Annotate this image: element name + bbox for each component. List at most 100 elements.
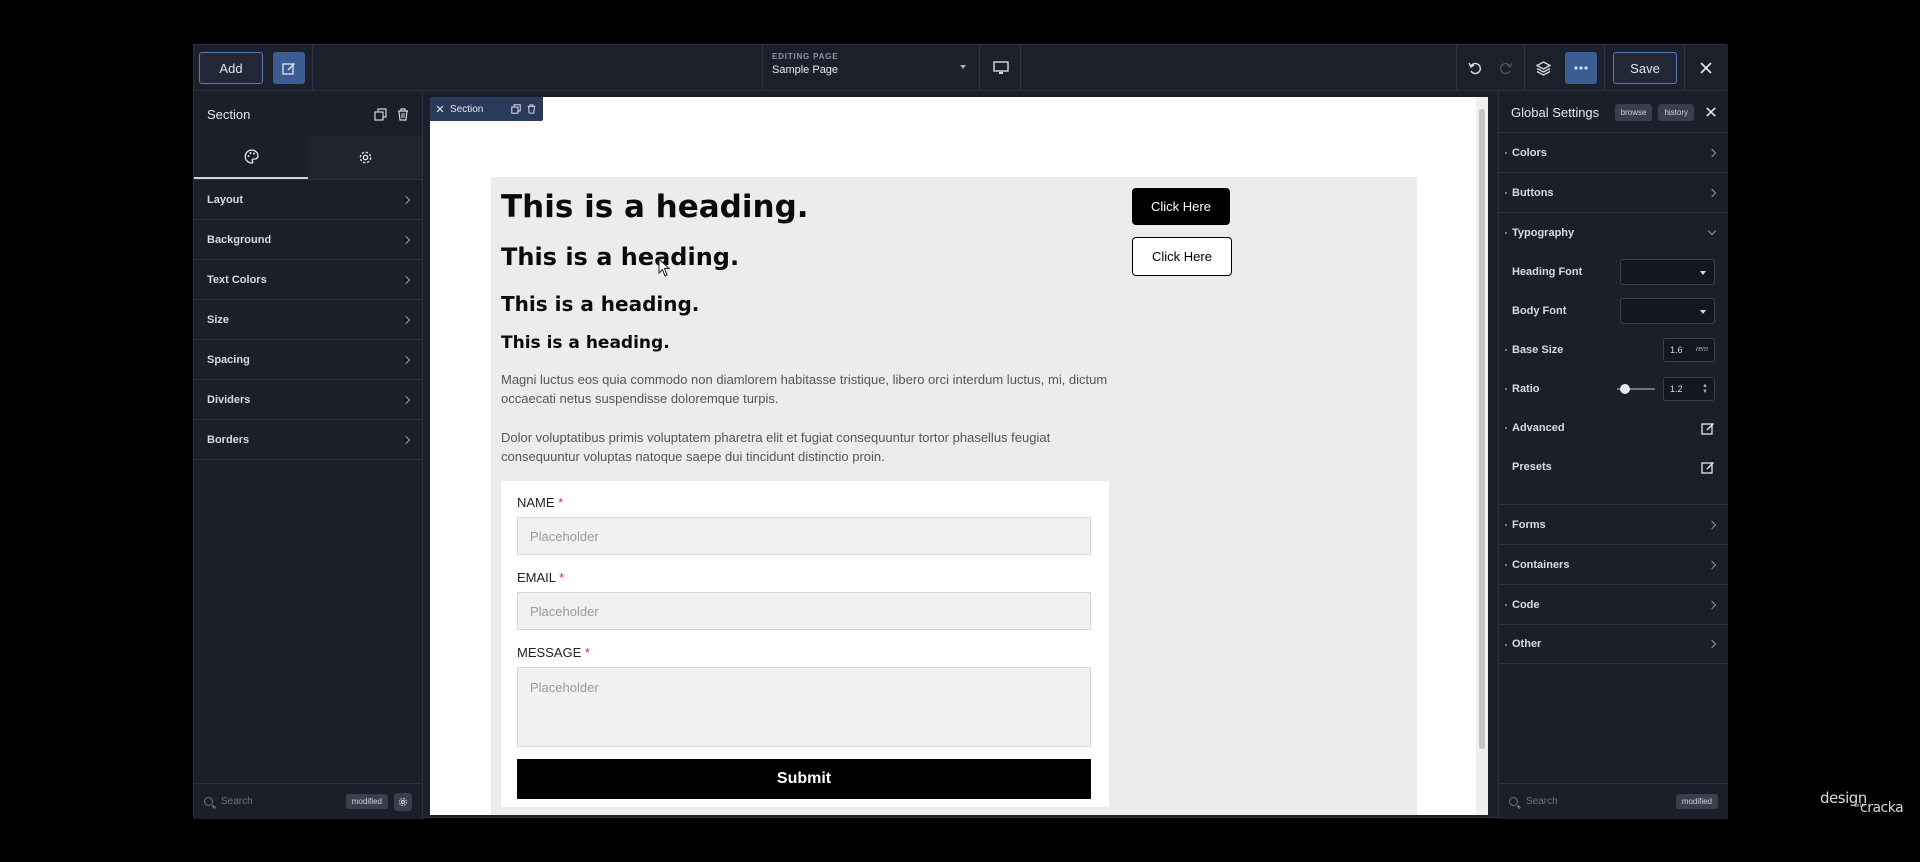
tab-style[interactable] xyxy=(194,136,308,179)
layers-button[interactable] xyxy=(1531,56,1555,80)
close-icon[interactable] xyxy=(1706,107,1716,117)
accordion-layout[interactable]: Layout xyxy=(194,180,422,220)
click-here-button-solid[interactable]: Click Here xyxy=(1132,188,1230,225)
chevron-right-icon xyxy=(401,235,411,244)
presets-row: Presets xyxy=(1499,447,1728,486)
base-size-row: Base Size 1.6 rem xyxy=(1499,330,1728,369)
accordion-typography[interactable]: Typography xyxy=(1499,212,1728,252)
scrollbar-thumb[interactable] xyxy=(1479,109,1485,749)
paragraph[interactable]: Magni luctus eos quia commodo non diamlo… xyxy=(501,370,1111,408)
trash-icon[interactable] xyxy=(527,104,536,114)
global-settings-panel: Global Settings browse history Colors Bu… xyxy=(1498,92,1728,819)
page-selector[interactable]: EDITING PAGE Sample Page xyxy=(772,52,972,84)
name-field[interactable]: Placeholder xyxy=(517,517,1091,555)
accordion-code[interactable]: Code xyxy=(1499,584,1728,624)
chevron-right-icon xyxy=(1707,188,1717,197)
accordion-spacing[interactable]: Spacing xyxy=(194,340,422,380)
device-preview-button[interactable] xyxy=(989,56,1013,80)
duplicate-icon[interactable] xyxy=(511,104,522,114)
search-icon xyxy=(204,797,213,806)
browse-button[interactable]: browse xyxy=(1614,103,1653,121)
content-section[interactable]: This is a heading. This is a heading. Th… xyxy=(491,177,1417,815)
contact-form: NAME * Placeholder EMAIL * Placeholder M… xyxy=(501,481,1109,807)
palette-icon xyxy=(244,149,259,164)
more-options-button[interactable] xyxy=(1565,52,1597,84)
accordion-label: Forms xyxy=(1512,518,1546,531)
close-builder-button[interactable] xyxy=(1694,56,1718,80)
base-size-value: 1.6 xyxy=(1670,344,1683,355)
canvas-scrollbar[interactable] xyxy=(1476,97,1488,815)
chevron-right-icon xyxy=(401,275,411,284)
chevron-right-icon xyxy=(1707,639,1717,649)
edit-mode-button[interactable] xyxy=(273,52,305,84)
search-input[interactable]: Search xyxy=(221,796,346,807)
heading-font-row: Heading Font xyxy=(1499,252,1728,291)
heading-1[interactable]: This is a heading. xyxy=(501,189,809,225)
section-selection-tag[interactable]: Section xyxy=(430,97,543,121)
base-size-input[interactable]: 1.6 rem xyxy=(1663,337,1715,362)
accordion-other[interactable]: Other xyxy=(1499,624,1728,664)
edit-icon[interactable] xyxy=(1701,460,1715,474)
ratio-slider[interactable] xyxy=(1617,383,1655,394)
accordion-dividers[interactable]: Dividers xyxy=(194,380,422,420)
heading-3[interactable]: This is a heading. xyxy=(501,292,699,316)
toolbar-divider xyxy=(1524,45,1525,91)
chevron-right-icon xyxy=(401,395,411,404)
advanced-label: Advanced xyxy=(1512,421,1565,434)
accordion-buttons[interactable]: Buttons xyxy=(1499,172,1728,212)
accordion-forms[interactable]: Forms xyxy=(1499,504,1728,544)
panel-footer: Search modified xyxy=(1499,783,1728,819)
base-size-label: Base Size xyxy=(1512,343,1564,356)
ratio-label: Ratio xyxy=(1512,382,1540,395)
modified-filter-badge[interactable]: modified xyxy=(1675,794,1718,809)
add-button[interactable]: Add xyxy=(199,52,263,84)
ratio-slider-handle[interactable] xyxy=(1619,383,1630,394)
panel-title: Global Settings xyxy=(1511,104,1600,120)
move-icon xyxy=(436,105,444,113)
edit-icon[interactable] xyxy=(1701,421,1715,435)
modified-filter-badge[interactable]: modified xyxy=(345,794,388,809)
accordion-containers[interactable]: Containers xyxy=(1499,544,1728,584)
undo-button[interactable] xyxy=(1463,56,1487,80)
advanced-row: Advanced xyxy=(1499,408,1728,447)
accordion-label: Containers xyxy=(1512,558,1570,571)
trash-icon[interactable] xyxy=(397,107,409,121)
duplicate-icon[interactable] xyxy=(374,107,387,121)
history-button[interactable]: history xyxy=(1658,103,1694,121)
toolbar-divider xyxy=(1456,45,1457,91)
watermark-text: cracka xyxy=(1860,800,1904,816)
ratio-input[interactable]: 1.2 ▲ ▼ xyxy=(1663,376,1715,401)
tab-settings[interactable] xyxy=(308,136,422,179)
heading-2[interactable]: This is a heading. xyxy=(501,243,739,271)
accordion-text-colors[interactable]: Text Colors xyxy=(194,260,422,300)
page-canvas[interactable]: Section This is a heading. This is a hea… xyxy=(430,97,1488,815)
heading-4[interactable]: This is a heading. xyxy=(501,333,670,353)
close-icon xyxy=(1700,62,1712,74)
toolbar-divider xyxy=(1020,45,1021,91)
submit-button[interactable]: Submit xyxy=(517,759,1091,799)
paragraph[interactable]: Dolor voluptatibus primis voluptatem pha… xyxy=(501,428,1111,466)
save-button[interactable]: Save xyxy=(1613,52,1677,84)
body-font-select[interactable] xyxy=(1620,297,1715,324)
email-field[interactable]: Placeholder xyxy=(517,592,1091,630)
typography-settings: Heading Font Body Font Base Size 1.6 rem … xyxy=(1499,252,1728,498)
redo-button[interactable] xyxy=(1494,56,1518,80)
accordion-colors[interactable]: Colors xyxy=(1499,132,1728,172)
message-field[interactable]: Placeholder xyxy=(517,667,1091,747)
footer-settings-button[interactable] xyxy=(394,792,412,811)
heading-font-select[interactable] xyxy=(1620,258,1715,285)
mouse-cursor-icon xyxy=(658,258,671,277)
heading-font-label: Heading Font xyxy=(1512,265,1583,278)
accordion-background[interactable]: Background xyxy=(194,220,422,260)
stepper-arrows-icon[interactable]: ▲ ▼ xyxy=(1702,383,1708,395)
search-input[interactable]: Search xyxy=(1526,796,1676,807)
accordion-label: Spacing xyxy=(207,353,250,366)
accordion-borders[interactable]: Borders xyxy=(194,420,422,460)
accordion-label: Typography xyxy=(1512,226,1575,239)
section-tag-label: Section xyxy=(450,103,484,115)
accordion-label: Layout xyxy=(207,193,244,206)
accordion-label: Code xyxy=(1512,598,1540,611)
chevron-right-icon xyxy=(401,195,411,204)
click-here-button-outline[interactable]: Click Here xyxy=(1132,237,1232,276)
accordion-size[interactable]: Size xyxy=(194,300,422,340)
